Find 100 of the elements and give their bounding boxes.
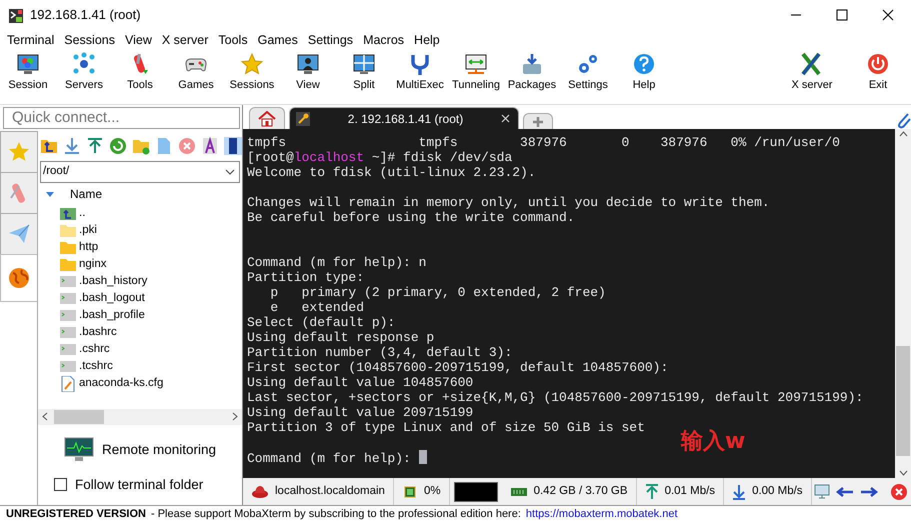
- host-status: localhost.localdomain: [243, 478, 394, 505]
- toolbar-button[interactable]: Session: [0, 52, 56, 92]
- toolbar-button[interactable]: View: [280, 52, 336, 92]
- status-label: UNREGISTERED VERSION: [6, 507, 146, 522]
- upload-icon: [644, 484, 659, 500]
- file-row[interactable]: http: [38, 239, 242, 256]
- toolbar-button[interactable]: Sessions: [224, 52, 280, 92]
- sort-arrow-icon: [46, 192, 54, 196]
- toolbar-button[interactable]: Tools: [112, 52, 168, 92]
- vertical-scrollbar[interactable]: [895, 129, 911, 478]
- path-dropdown[interactable]: /root/: [40, 161, 240, 183]
- scroll-left-icon[interactable]: [42, 412, 48, 422]
- toolbar-button[interactable]: Help: [616, 52, 672, 92]
- scroll-up-icon[interactable]: [898, 131, 908, 137]
- toolbar-button[interactable]: Tunneling: [448, 52, 504, 92]
- new-folder-icon[interactable]: [132, 137, 150, 155]
- menu-item[interactable]: X server: [156, 30, 214, 50]
- file-row[interactable]: .bash_history: [38, 273, 242, 290]
- terminal-line: Be careful before using the write command.: [247, 210, 576, 225]
- monitor-icon: [15, 52, 41, 76]
- terminal-line: Using default response p: [247, 330, 436, 345]
- terminal-line: Select (default p):: [247, 315, 396, 330]
- monitor-icon[interactable]: [814, 484, 830, 500]
- config-file-icon: [60, 376, 76, 392]
- annotation-text: 输入w: [681, 428, 746, 456]
- scroll-right-icon[interactable]: [232, 412, 238, 422]
- terminal-line: Partition number (3,4, default 3):: [247, 345, 514, 360]
- file-row[interactable]: anaconda-ks.cfg: [38, 375, 242, 392]
- monitor-graph-icon: [64, 436, 94, 463]
- refresh-icon[interactable]: [109, 137, 127, 155]
- toolbar-button[interactable]: Packages: [504, 52, 560, 92]
- terminal-line: Using default value 209715199: [247, 405, 474, 420]
- script-file-icon: [60, 324, 76, 340]
- terminal[interactable]: [243, 129, 911, 478]
- menu-item[interactable]: Settings: [302, 30, 358, 50]
- cpu-status: 0%: [394, 478, 450, 505]
- link[interactable]: https://mobaxterm.mobatek.net: [526, 506, 678, 523]
- folder-icon: [60, 222, 76, 238]
- memory-status: 0.42 GB / 3.70 GB: [502, 478, 637, 505]
- cursor: [418, 450, 427, 464]
- memory-icon: [510, 486, 528, 498]
- letter-a-icon[interactable]: [201, 137, 219, 155]
- terminal-line: First sector (104857600-209715199, default 104857600):: [247, 360, 670, 375]
- menu-item[interactable]: View: [120, 30, 157, 50]
- scroll-down-icon[interactable]: [898, 470, 908, 476]
- quick-connect-field[interactable]: Quick connect...: [3, 107, 240, 129]
- menu-item[interactable]: Tools: [213, 30, 253, 50]
- column-header[interactable]: Name: [70, 185, 102, 203]
- window-title: 192.168.1.41 (root): [30, 6, 141, 24]
- folder-up-icon: [60, 206, 76, 222]
- upload-icon[interactable]: [86, 137, 104, 155]
- menu-item[interactable]: Games: [252, 30, 303, 50]
- home-icon: [258, 110, 276, 126]
- file-row[interactable]: .bashrc: [38, 324, 242, 341]
- script-file-icon: [60, 342, 76, 358]
- script-file-icon: [60, 290, 76, 306]
- delete-icon[interactable]: [178, 137, 196, 155]
- toolbar-button[interactable]: Settings: [560, 52, 616, 92]
- terminal-line: Last sector, +sectors or +size{K,M,G} (104857600-209715199, default 209715199):: [247, 390, 864, 405]
- home-tab[interactable]: [249, 107, 285, 129]
- terminal-line: Using default value 104857600: [247, 375, 474, 390]
- help-icon: [631, 52, 657, 76]
- arrow-right-icon[interactable]: [860, 486, 878, 496]
- toolbar-button[interactable]: Split: [336, 52, 392, 92]
- arrow-left-icon[interactable]: [836, 486, 854, 496]
- terminal-line: e extended: [269, 300, 366, 315]
- terminal-file-icon[interactable]: [224, 137, 242, 155]
- add-tab[interactable]: [523, 113, 553, 129]
- file-row[interactable]: nginx: [38, 256, 242, 273]
- chevron-down-icon: [225, 169, 235, 175]
- redhat-icon: [251, 484, 269, 498]
- file-row[interactable]: .tcshrc: [38, 358, 242, 375]
- toolbar-button[interactable]: Exit: [845, 52, 911, 92]
- file-row[interactable]: .bash_logout: [38, 290, 242, 307]
- session-tab[interactable]: 2. 192.168.1.41 (root): [289, 107, 519, 129]
- globe-icon: [8, 267, 30, 289]
- maximize-icon: [836, 9, 848, 21]
- monitor-user-icon: [295, 52, 321, 76]
- close-icon[interactable]: [890, 482, 908, 500]
- upload-status: 0.01 Mb/s: [636, 478, 724, 505]
- toolbar-button[interactable]: Servers: [56, 52, 112, 92]
- horizontal-scrollbar[interactable]: [38, 408, 242, 425]
- download-icon[interactable]: [63, 137, 81, 155]
- folder-up-icon[interactable]: [40, 137, 58, 155]
- menu-item[interactable]: Macros: [358, 30, 410, 50]
- menu-item[interactable]: Terminal: [2, 30, 60, 50]
- toolbar-button[interactable]: X server: [779, 52, 845, 92]
- toolbar-button[interactable]: Games: [168, 52, 224, 92]
- file-row[interactable]: .bash_profile: [38, 307, 242, 324]
- toolbar-button[interactable]: MultiExec: [392, 52, 448, 92]
- file-row[interactable]: .cshrc: [38, 341, 242, 358]
- script-file-icon: [60, 358, 76, 374]
- file-row[interactable]: ..: [38, 205, 242, 222]
- side-tab[interactable]: [0, 254, 37, 302]
- menu-item[interactable]: Help: [409, 30, 445, 50]
- checkbox[interactable]: [54, 478, 67, 492]
- menu-item[interactable]: Sessions: [59, 30, 120, 50]
- script-file-icon: [60, 274, 76, 290]
- remote-monitoring-button[interactable]: Remote monitoring: [64, 436, 216, 463]
- file-row[interactable]: .pki: [38, 222, 242, 239]
